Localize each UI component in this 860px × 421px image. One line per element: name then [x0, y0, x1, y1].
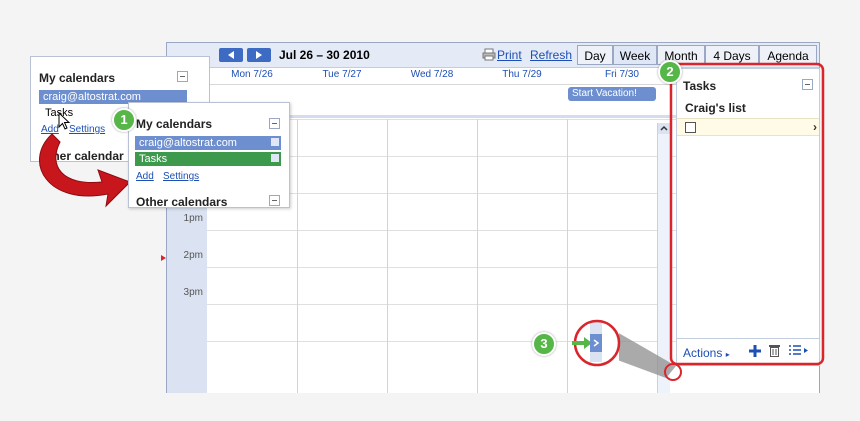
calendar-item[interactable]: craig@altostrat.com [135, 136, 281, 150]
settings-link[interactable]: Settings [163, 171, 199, 182]
callout-badge: 1 [112, 108, 136, 132]
my-calendars-title: My calendars [136, 117, 213, 131]
calendar-label: craig@altostrat.com [139, 137, 237, 149]
sidebar-zoomed: My calendars craig@altostrat.com Tasks A… [128, 102, 290, 209]
calendar-item[interactable]: Tasks [135, 152, 281, 166]
minimize-button[interactable] [269, 118, 280, 129]
calendar-label: Tasks [139, 153, 168, 165]
callout-badge: 2 [658, 60, 682, 84]
chevron-down-icon[interactable] [271, 154, 279, 162]
red-arrow-icon [39, 133, 131, 208]
chevron-down-icon[interactable] [271, 138, 279, 146]
minimize-button[interactable] [269, 195, 280, 206]
callout-badge: 3 [532, 332, 556, 356]
add-link[interactable]: Add [136, 171, 154, 182]
other-calendars-title: Other calendars [136, 195, 228, 209]
